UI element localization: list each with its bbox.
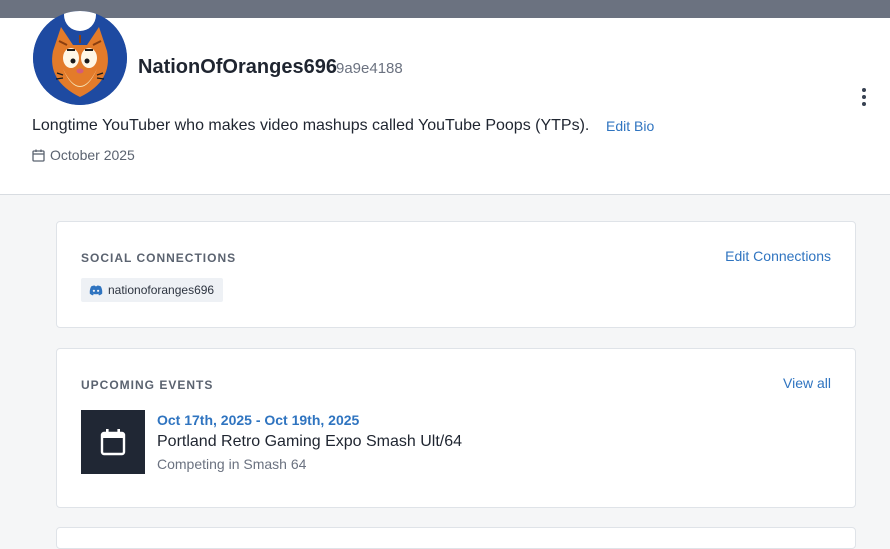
profile-header: NationOfOranges696 9a9e4188 Longtime You… (0, 11, 890, 195)
orange-cat-avatar-icon (33, 11, 127, 105)
upcoming-events-title: UPCOMING EVENTS (81, 378, 214, 392)
event-competing-detail: Competing in Smash 64 (157, 456, 307, 472)
discord-icon (89, 285, 103, 295)
joined-date-text: October 2025 (50, 147, 135, 163)
view-all-events-link[interactable]: View all (783, 375, 831, 391)
calendar-icon (100, 429, 126, 456)
top-bar (0, 0, 890, 18)
bio-text: Longtime YouTuber who makes video mashup… (32, 117, 590, 134)
event-name-link[interactable]: Portland Retro Gaming Expo Smash Ult/64 (157, 433, 462, 451)
event-thumbnail[interactable] (81, 410, 145, 474)
dot (862, 102, 866, 106)
user-code: 9a9e4188 (336, 60, 403, 77)
calendar-small-icon (32, 149, 45, 162)
social-connections-title: SOCIAL CONNECTIONS (81, 251, 237, 265)
more-options-button[interactable] (858, 88, 870, 106)
next-panel (56, 527, 856, 549)
upcoming-events-panel: UPCOMING EVENTS View all Oct 17th, 2025 … (56, 348, 856, 508)
joined-date: October 2025 (32, 147, 135, 163)
edit-connections-link[interactable]: Edit Connections (725, 248, 831, 264)
social-connection-handle: nationoforanges696 (108, 283, 215, 297)
user-avatar[interactable] (33, 11, 127, 105)
edit-bio-link[interactable]: Edit Bio (606, 118, 654, 134)
dot (862, 95, 866, 99)
username: NationOfOranges696 (138, 56, 337, 78)
social-connections-panel: SOCIAL CONNECTIONS Edit Connections nati… (56, 221, 856, 328)
dot (862, 88, 866, 92)
event-date-range: Oct 17th, 2025 - Oct 19th, 2025 (157, 412, 360, 428)
social-connection-chip[interactable]: nationoforanges696 (81, 278, 224, 302)
